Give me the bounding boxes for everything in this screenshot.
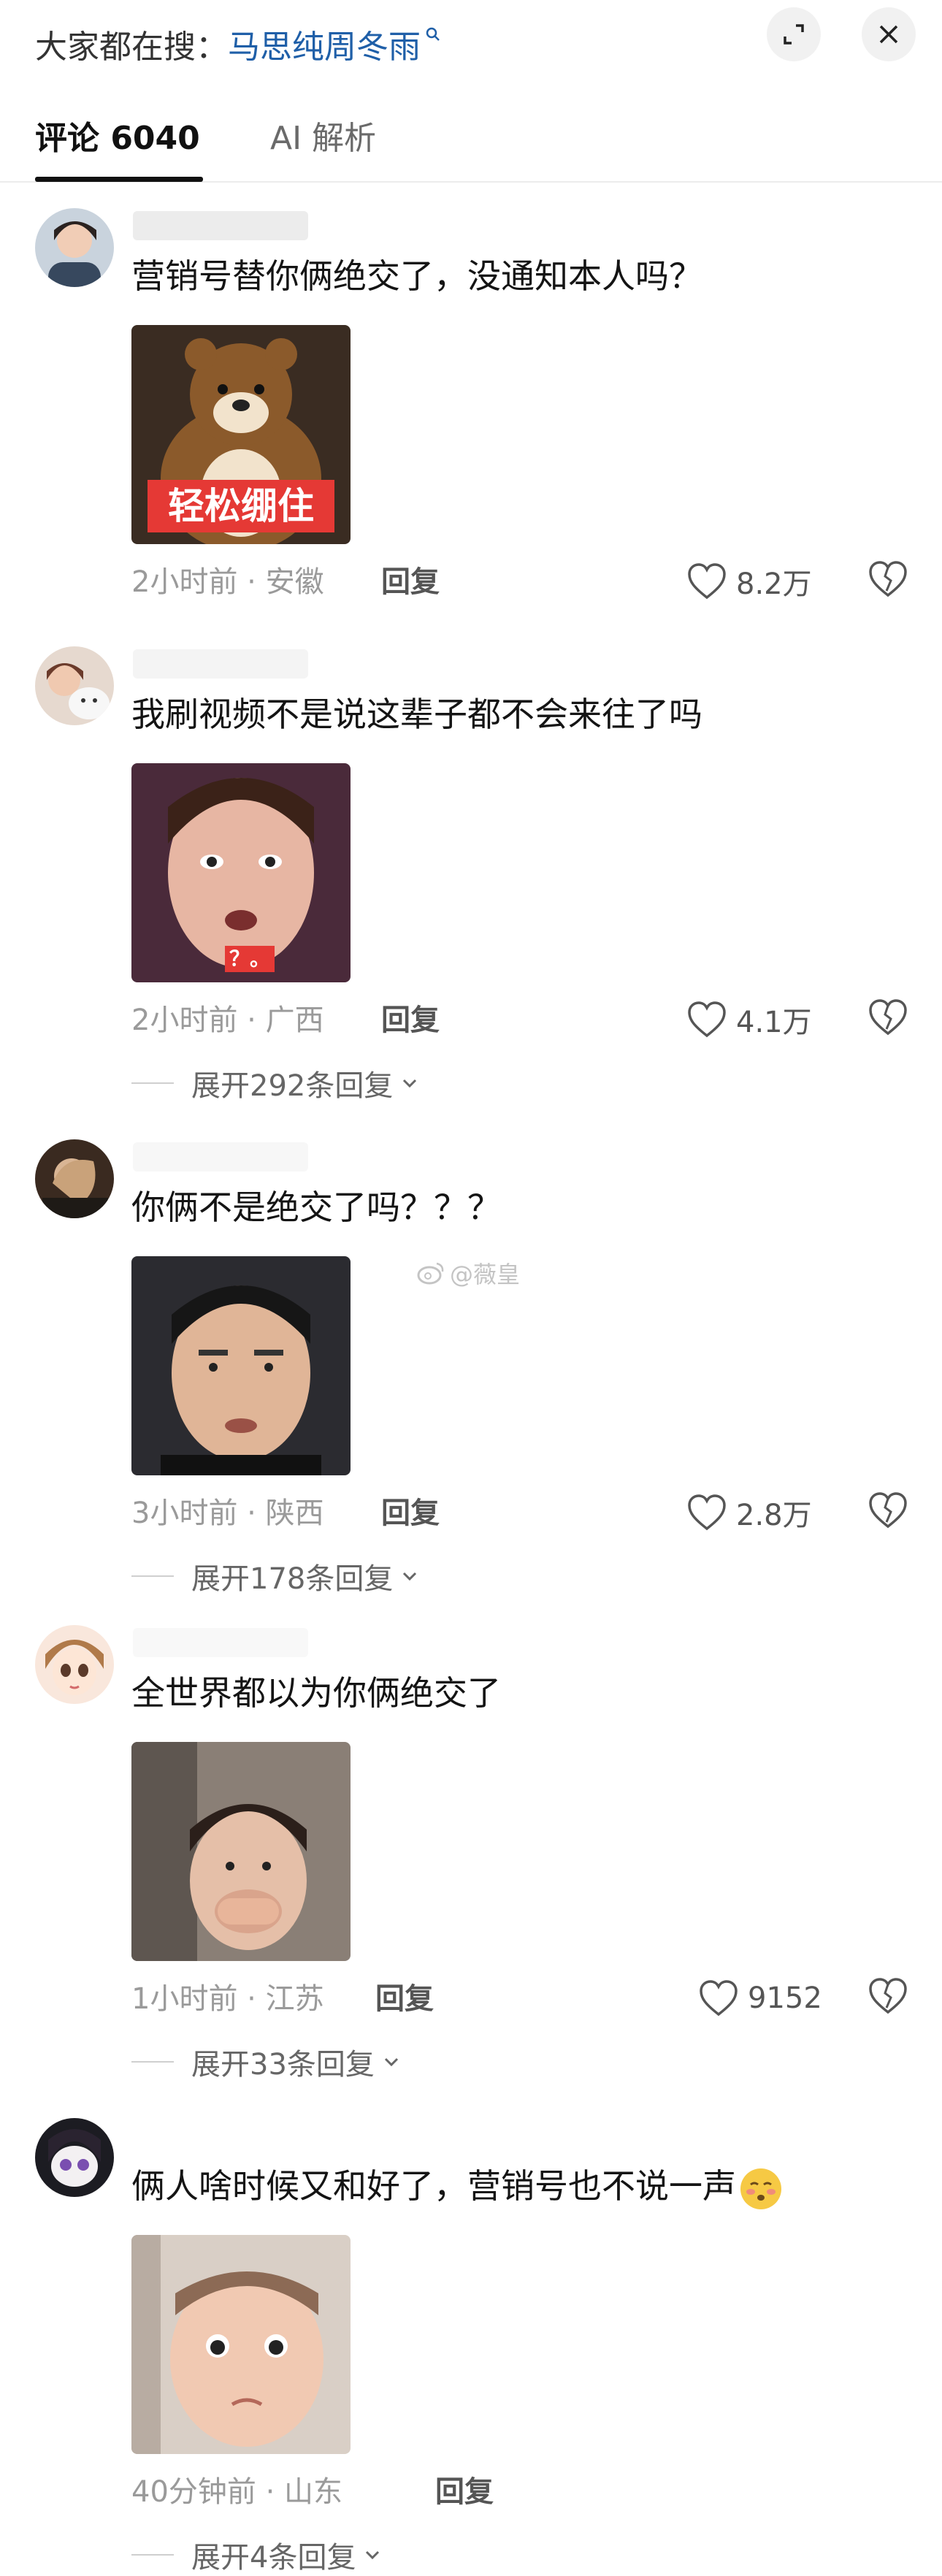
comment-text: 你俩不是绝交了吗？？？ [131,1188,501,1227]
tab-bar: 评论 6040 AI 解析 [0,102,942,183]
comment-item: 我刷视频不是说这辈子都不会来往了吗 ？。 2小时前 · 广西 回复 4.1万 展… [0,646,942,1114]
avatar[interactable] [35,1625,114,1704]
broken-heart-icon [869,1492,907,1529]
divider [131,2061,174,2063]
comment-image[interactable] [131,1256,351,1475]
active-tab-indicator [35,177,203,182]
tab-ai-analysis[interactable]: AI 解析 [270,117,376,161]
chevron-down-icon [403,1572,417,1581]
like-count: 9152 [748,1981,822,2015]
comment-image[interactable]: 轻松绷住 [131,325,351,544]
dislike-button[interactable] [866,1974,910,2018]
expand-replies-button[interactable]: 展开292条回复 [131,1063,421,1104]
heart-icon [688,1001,726,1038]
chevron-down-icon [384,2057,398,2067]
expand-button[interactable] [767,7,821,61]
reply-button[interactable]: 回复 [381,1493,440,1534]
comment-item: 你俩不是绝交了吗？？？ 3小时前 · 陕西 回复 2.8万 展开178条回复 [0,1139,942,1607]
avatar[interactable] [35,2118,114,2197]
dislike-button[interactable] [866,995,910,1039]
comment-text: 营销号替你俩绝交了，没通知本人吗？ [131,256,702,296]
close-button[interactable] [862,7,916,61]
comment-text-content: 俩人啥时候又和好了，营销号也不说一声 [131,2166,736,2206]
comment-image[interactable] [131,2235,351,2454]
heart-icon [700,1980,738,2017]
search-suggestion-prefix: 大家都在搜： [35,28,228,66]
expand-replies-label: 展开4条回复 [191,2541,356,2575]
comment-image[interactable]: ？。 [131,763,351,982]
chevron-down-icon [366,2550,380,2560]
divider [131,2554,174,2556]
search-suggestion[interactable]: 大家都在搜： 马思纯周冬雨 [35,18,441,70]
broken-heart-icon [869,561,907,597]
top-bar: 大家都在搜： 马思纯周冬雨 [0,0,942,84]
divider [131,1082,174,1084]
shy-face-emoji-icon [740,2168,781,2209]
tab-comments[interactable]: 评论 6040 [35,117,200,161]
avatar[interactable] [35,1139,114,1218]
watermark-text: @薇皇 [450,1261,521,1288]
chevron-down-icon [403,1079,417,1088]
dislike-button[interactable] [866,557,910,601]
comment-meta: 3小时前 · 陕西 [131,1497,324,1530]
heart-icon [688,563,726,600]
comment-item: 营销号替你俩绝交了，没通知本人吗？ 轻松绷住 2小时前 · 安徽 回复 8.2万 [0,208,942,617]
search-icon [426,27,440,41]
expand-replies-button[interactable]: 展开178条回复 [131,1556,421,1597]
image-caption: ？。 [225,946,275,972]
image-caption: 轻松绷住 [148,480,334,532]
watermark: @薇皇 [416,1256,520,1290]
comment-item: 全世界都以为你俩绝交了 1小时前 · 江苏 回复 9152 展开33条回复 [0,1625,942,2092]
heart-icon [688,1494,726,1531]
like-button[interactable]: 8.2万 [686,556,812,607]
like-button[interactable]: 9152 [698,1973,822,2024]
expand-replies-label: 展开33条回复 [191,2048,375,2082]
username[interactable] [133,211,308,240]
like-button[interactable]: 4.1万 [686,994,812,1045]
broken-heart-icon [869,999,907,1036]
comment-meta: 1小时前 · 江苏 [131,1982,324,2016]
dislike-button[interactable] [866,1488,910,1532]
expand-replies-label: 展开292条回复 [191,1069,394,1103]
comment-text: 全世界都以为你俩绝交了 [131,1673,501,1713]
weibo-icon [417,1262,444,1285]
like-button[interactable]: 2.8万 [686,1487,812,1538]
expand-replies-button[interactable]: 展开33条回复 [131,2041,402,2082]
username[interactable] [133,1628,308,1657]
expand-replies-label: 展开178条回复 [191,1562,394,1596]
divider [131,1575,174,1577]
comment-item: 俩人啥时候又和好了，营销号也不说一声 40分钟前 · 山东 回复 展开4条回复 [0,2118,942,2575]
avatar[interactable] [35,208,114,287]
comment-meta: 2小时前 · 安徽 [131,565,324,599]
comment-text: 我刷视频不是说这辈子都不会来往了吗 [131,695,702,734]
comment-image[interactable] [131,1742,351,1961]
comment-text: 俩人啥时候又和好了，营销号也不说一声 [131,2162,781,2210]
broken-heart-icon [869,1978,907,2014]
close-icon [879,25,898,44]
like-count: 8.2万 [736,567,812,601]
like-count: 4.1万 [736,1006,812,1039]
reply-button[interactable]: 回复 [381,1000,440,1041]
comment-meta: 40分钟前 · 山东 [131,2475,343,2509]
expand-icon [784,24,804,45]
avatar[interactable] [35,646,114,725]
reply-button[interactable]: 回复 [435,2472,494,2512]
expand-replies-button[interactable]: 展开4条回复 [131,2534,383,2575]
reply-button[interactable]: 回复 [381,562,440,603]
username[interactable] [133,649,308,679]
username[interactable] [133,1142,308,1172]
search-suggestion-term[interactable]: 马思纯周冬雨 [228,20,421,67]
comment-meta: 2小时前 · 广西 [131,1004,324,1037]
reply-button[interactable]: 回复 [375,1979,434,2019]
like-count: 2.8万 [736,1499,812,1532]
